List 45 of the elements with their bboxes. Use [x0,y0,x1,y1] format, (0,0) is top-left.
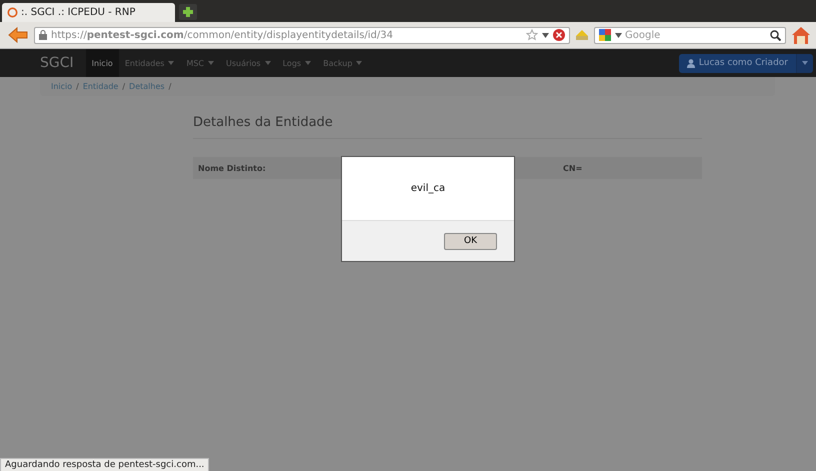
home-icon[interactable] [792,26,810,44]
stop-icon[interactable] [553,29,565,41]
url-field[interactable]: https://pentest-sgci.com/common/entity/displayentitydetails/id/34 [34,26,570,44]
alert-message: evil_ca [410,183,446,194]
user-dropdown-button[interactable] [796,54,813,72]
nav-link[interactable]: Inicio [86,49,119,77]
breadcrumb-separator: / [168,82,172,91]
browser-tab[interactable]: :. SGCI .: ICPEDU - RNP [2,3,175,22]
search-icon[interactable] [770,30,781,40]
ok-button[interactable]: OK [444,232,497,250]
search-field[interactable]: Google [625,30,767,40]
caret-icon [305,61,312,65]
caret-icon [356,61,362,65]
breadcrumb-link[interactable]: Entidade [82,82,118,91]
status-bar: Aguardando resposta de pentest-sgci.com... [0,458,210,471]
lock-icon [39,30,47,40]
back-arrow-icon[interactable] [8,27,28,43]
field-value: CN= [563,164,582,172]
nav-dropdown[interactable]: Backup [317,49,368,77]
breadcrumb-separator: / [76,82,79,91]
breadcrumb-separator: / [122,82,126,91]
brand-logo[interactable]: SGCI [40,55,74,71]
caret-icon [168,61,174,65]
page-title: Detalhes da Entidade [193,115,334,130]
nav-dropdown[interactable]: Entidades [118,49,180,77]
search-engine-icon[interactable] [599,29,612,41]
caret-icon [802,61,808,65]
dropdown-icon[interactable] [615,32,622,38]
star-icon[interactable] [526,29,538,41]
search-bar[interactable]: Google [594,26,786,44]
url-text: https://pentest-sgci.com/common/entity/displayentitydetails/id/34 [51,30,393,40]
breadcrumb-link[interactable]: Inicio [51,82,72,91]
caret-icon [208,61,214,65]
dropdown-icon[interactable] [542,32,549,38]
breadcrumb-link[interactable]: Detalhes [129,82,165,91]
user-icon [686,58,695,68]
user-menu-button[interactable]: Lucas como Criador [678,54,796,72]
loading-icon [7,7,18,18]
field-label: Nome Distinto: [198,164,267,172]
nav-dropdown[interactable]: MSC [180,49,220,77]
nav-dropdown[interactable]: Usuários [220,49,277,77]
new-tab-icon[interactable] [179,4,197,20]
nav-dropdown[interactable]: Logs [276,49,318,77]
tab-title: :. SGCI .: ICPEDU - RNP [21,7,136,18]
caret-icon [264,61,271,65]
